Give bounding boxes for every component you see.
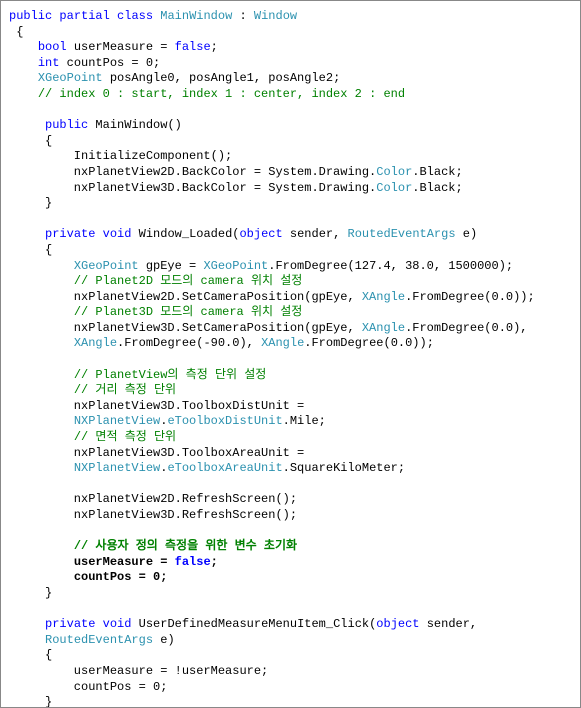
code-token: // Planet2D 모드의 camera 위치 설정 [74, 274, 303, 288]
code-token: object [376, 617, 419, 631]
code-token: false [175, 40, 211, 54]
code-token: XGeoPoint [74, 259, 139, 273]
code-block: public partial class MainWindow : Window… [9, 9, 576, 708]
code-token: XAngle [74, 336, 117, 350]
code-token: partial [59, 9, 109, 23]
code-token: // 사용자 정의 측정을 위한 변수 초기화 [74, 539, 297, 553]
code-token: int [38, 56, 60, 70]
code-token: // Planet3D 모드의 camera 위치 설정 [74, 305, 303, 319]
code-token: private [45, 227, 95, 241]
code-token: XAngle [261, 336, 304, 350]
code-token: // 거리 측정 단위 [74, 383, 176, 397]
code-token: void [103, 617, 132, 631]
code-token: XGeoPoint [38, 71, 103, 85]
code-token: Window [254, 9, 297, 23]
code-token: // 면적 측정 단위 [74, 430, 176, 444]
code-token: object [239, 227, 282, 241]
code-token: XAngle [362, 290, 405, 304]
code-token: userMeasure = [74, 555, 175, 569]
code-token: Color [376, 181, 412, 195]
code-token: eToolboxDistUnit [167, 414, 282, 428]
code-token: countPos = 0; [74, 570, 168, 584]
code-token: bool [38, 40, 67, 54]
code-token: public [45, 118, 88, 132]
code-token: // index 0 : start, index 1 : center, in… [38, 87, 405, 101]
code-token: MainWindow [160, 9, 232, 23]
code-token: eToolboxAreaUnit [167, 461, 282, 475]
code-token: ; [211, 555, 218, 569]
code-token: Color [376, 165, 412, 179]
code-token: class [117, 9, 153, 23]
code-token: XAngle [362, 321, 405, 335]
code-token: public [9, 9, 52, 23]
code-token: void [103, 227, 132, 241]
code-token: // PlanetView의 측정 단위 설정 [74, 368, 267, 382]
code-token: NXPlanetView [74, 414, 160, 428]
code-token: NXPlanetView [74, 461, 160, 475]
code-token: false [175, 555, 211, 569]
code-token: XGeoPoint [203, 259, 268, 273]
code-token: RoutedEventArgs [348, 227, 456, 241]
code-token: RoutedEventArgs [45, 633, 153, 647]
code-token: private [45, 617, 95, 631]
code-container: public partial class MainWindow : Window… [0, 0, 581, 708]
